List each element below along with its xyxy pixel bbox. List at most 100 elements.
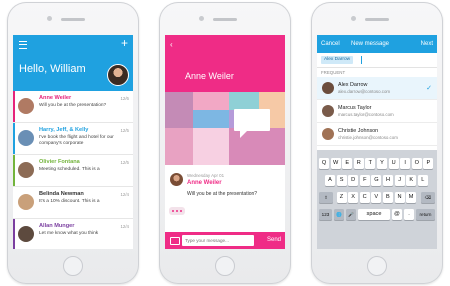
message-date: Wednesday Apr 01 [187,173,225,178]
sender-name-title: Anne Weiler [185,71,234,81]
message-preview: Meeting scheduled. This is a [39,167,100,172]
message-input[interactable] [182,235,254,246]
contact-avatar [18,130,34,146]
key-e[interactable]: E [342,158,353,169]
message-row[interactable]: Harry, Jeff, & Kelly 12/5 I've book the fl… [13,123,133,155]
speaker-grill [365,18,389,21]
microphone-key[interactable]: 🎤 [346,209,356,220]
message-preview: It's a 10% discount. This is a [39,199,100,204]
recipient-field[interactable]: Alex Darrow [317,53,437,68]
contact-avatar [18,162,34,178]
next-button[interactable]: Next [421,41,433,47]
key-p[interactable]: P [423,158,434,169]
art-block [165,128,193,165]
key-h[interactable]: H [383,175,393,186]
key-i[interactable]: I [400,158,411,169]
key-q[interactable]: Q [319,158,329,169]
unread-stripe [13,123,15,154]
home-button[interactable] [215,256,235,276]
message-row[interactable]: Olivier Fontana 12/5 Meeting scheduled. Th… [13,155,133,187]
message-sender: Allan Munger [39,223,75,229]
camera-dot [199,16,204,21]
message-sender: Harry, Jeff, & Kelly [39,127,89,133]
contact-row[interactable]: Alex Darrow alex.darrow@contoso.com ✓ [317,77,437,100]
typing-dot [176,210,178,212]
key-z[interactable]: Z [336,192,347,203]
key-f[interactable]: F [359,175,370,186]
unread-stripe [13,91,15,122]
return-key[interactable]: return [416,209,435,220]
detail-header: ‹ Anne Weiler [165,35,285,92]
contact-avatar [18,98,34,114]
recipient-chip[interactable]: Alex Darrow [321,56,354,64]
compose-header: Cancel New message Next [317,35,437,53]
globe-key[interactable]: 🌐 [334,209,344,220]
contact-row[interactable]: Christie Johnson christie.johnson@contoso… [317,123,437,146]
key-d[interactable]: D [348,175,359,186]
typing-dot [172,210,174,212]
key-r[interactable]: R [353,158,364,169]
contact-avatar [322,82,334,94]
compose-plus-icon[interactable]: + [121,37,128,49]
camera-icon[interactable] [170,237,180,245]
key-j[interactable]: J [394,175,405,186]
hamburger-menu-icon[interactable] [19,41,27,49]
message-date: 12/4 [120,224,129,229]
key-u[interactable]: U [388,158,399,169]
message-row[interactable]: Anne Weiler 12/6 Will you be at the presen… [13,91,133,123]
speaker-grill [213,18,237,21]
message-sender: Anne Weiler [39,95,72,101]
message-preview: Let me know what you think [39,231,99,236]
composer-bar: Send [165,232,285,249]
at-key[interactable]: @ [392,209,402,220]
key-o[interactable]: O [411,158,422,169]
phone-inbox: + Hello, William Anne Weiler 12/6 Will you… [7,2,139,284]
key-x[interactable]: X [348,192,359,203]
key-b[interactable]: B [382,192,393,203]
numbers-key[interactable]: 123 [319,209,332,220]
key-y[interactable]: Y [377,158,387,169]
key-v[interactable]: V [371,192,382,203]
user-avatar[interactable] [107,64,129,86]
art-block [193,110,229,128]
contact-avatar [18,226,34,242]
cancel-button[interactable]: Cancel [321,41,340,47]
space-key[interactable]: space [358,209,390,220]
message-date: 12/4 [120,192,129,197]
key-l[interactable]: L [417,175,428,186]
contact-row[interactable]: Marcus Taylor marcus.taylor@contoso.com [317,100,437,123]
key-m[interactable]: M [406,192,417,203]
message-sender: Olivier Fontana [39,159,80,165]
home-button[interactable] [367,256,387,276]
detail-screen: ‹ Anne Weiler Wednesday Apr 01 Anne Weil… [165,35,285,249]
key-n[interactable]: N [394,192,405,203]
key-g[interactable]: G [371,175,382,186]
compose-screen: Cancel New message Next Alex Darrow FREQ… [317,35,437,249]
home-button[interactable] [63,256,83,276]
key-k[interactable]: K [406,175,417,186]
message-preview: I've book the flight and hotel for our c… [39,135,114,146]
unread-stripe [13,155,15,186]
send-button[interactable]: Send [267,237,281,243]
key-w[interactable]: W [330,158,341,169]
shift-key[interactable]: ⇧ [319,192,333,203]
key-c[interactable]: C [359,192,370,203]
typing-indicator [169,207,185,215]
message-date: 12/5 [120,160,129,165]
key-a[interactable]: A [325,175,335,186]
period-key[interactable]: . [404,209,414,220]
keyboard: Q W E R T Y U I O P A S D F G H J K L ⇧ Z X C V B N M ⌫ 123 🌐 🎤 space @.… [317,150,437,249]
contact-avatar [322,105,334,117]
key-s[interactable]: S [336,175,347,186]
message-row[interactable]: Allan Munger 12/4 Let me know what you thi… [13,219,133,249]
chat-bubble-icon [234,109,270,138]
message-body: Will you be at the presentation? [187,191,258,197]
back-chevron-icon[interactable]: ‹ [170,40,173,49]
phone-detail: ‹ Anne Weiler Wednesday Apr 01 Anne Weil… [159,2,291,284]
key-t[interactable]: T [365,158,376,169]
message-date: 12/5 [120,128,129,133]
message-list: Anne Weiler 12/6 Will you be at the presen… [13,91,133,249]
message-row[interactable]: Belinda Newman 12/4 It's a 10% discount. T… [13,187,133,219]
camera-dot [47,16,52,21]
backspace-key[interactable]: ⌫ [421,192,435,203]
